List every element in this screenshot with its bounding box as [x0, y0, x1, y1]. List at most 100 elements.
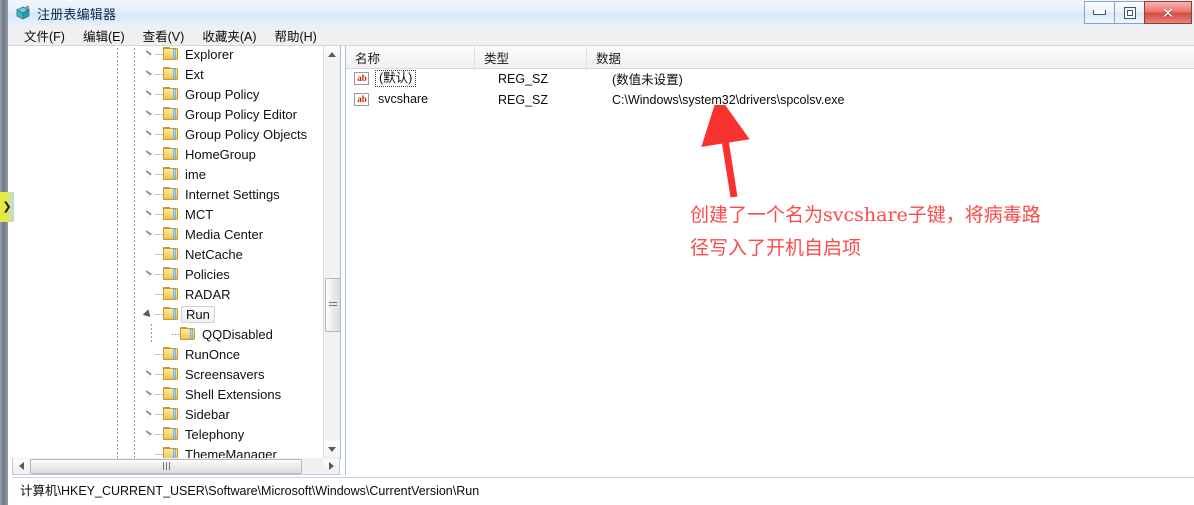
expand-arrow-icon[interactable]	[145, 410, 154, 419]
tree-item-shell-extensions[interactable]: Shell Extensions	[12, 384, 324, 404]
expand-arrow-icon[interactable]	[145, 390, 154, 399]
tree-item-internet-settings[interactable]: Internet Settings	[12, 184, 324, 204]
tree-guide-line	[117, 104, 118, 124]
tree-connector	[155, 294, 163, 295]
column-header-data[interactable]: 数据	[587, 46, 1187, 68]
close-icon: ✕	[1162, 4, 1174, 21]
expand-arrow-icon[interactable]	[145, 110, 154, 119]
sidebar-expand-tab[interactable]: ❯	[0, 192, 14, 222]
tree-item-label: Ext	[185, 66, 204, 82]
tree-item-run[interactable]: Run	[12, 304, 324, 324]
tree-item-telephony[interactable]: Telephony	[12, 424, 324, 444]
tree-item-runonce[interactable]: RunOnce	[12, 344, 324, 364]
tree-item-group-policy-objects[interactable]: Group Policy Objects	[12, 124, 324, 144]
tree-guide-line	[117, 124, 118, 144]
tree-guide-line	[134, 304, 135, 324]
expand-arrow-icon[interactable]	[145, 230, 154, 239]
menu-file[interactable]: 文件(F)	[16, 24, 73, 47]
folder-icon	[163, 87, 179, 101]
restore-button[interactable]	[1114, 1, 1145, 24]
column-header-type[interactable]: 类型	[475, 46, 587, 68]
tree-guide-line	[117, 424, 118, 444]
tree-guide-line	[117, 324, 118, 344]
tree-connector	[155, 234, 163, 235]
tree-connector	[155, 194, 163, 195]
tree-item-policies[interactable]: Policies	[12, 264, 324, 284]
tree-guide-line	[134, 84, 135, 104]
tree-item-ime[interactable]: ime	[12, 164, 324, 184]
tree-scroll-thumb[interactable]	[325, 278, 340, 332]
tree-guide-line	[134, 46, 135, 64]
registry-editor-icon	[15, 5, 31, 21]
tree-item-mct[interactable]: MCT	[12, 204, 324, 224]
menu-bar: 文件(F) 编辑(E) 查看(V) 收藏夹(A) 帮助(H)	[8, 26, 1194, 46]
collapse-arrow-icon[interactable]	[142, 309, 154, 320]
focused-value-name: (默认)	[375, 70, 417, 87]
tree-guide-line	[134, 224, 135, 244]
expand-arrow-icon[interactable]	[145, 150, 154, 159]
tree-item-media-center[interactable]: Media Center	[12, 224, 324, 244]
expand-arrow-icon[interactable]	[145, 70, 154, 79]
expand-arrow-icon[interactable]	[145, 210, 154, 219]
expand-arrow-icon[interactable]	[145, 370, 154, 379]
column-header-name[interactable]: 名称	[346, 46, 475, 68]
folder-icon	[163, 207, 179, 221]
expand-arrow-icon[interactable]	[145, 170, 154, 179]
tree-item-group-policy-editor[interactable]: Group Policy Editor	[12, 104, 324, 124]
tree-guide-line	[134, 184, 135, 204]
tree-guide-line	[117, 224, 118, 244]
value-row[interactable]: ab (默认) REG_SZ (数值未设置)	[346, 68, 1194, 89]
expand-arrow-icon[interactable]	[145, 270, 154, 279]
menu-favorites[interactable]: 收藏夹(A)	[194, 24, 264, 47]
close-button[interactable]: ✕	[1144, 1, 1192, 24]
tree-item-qqdisabled[interactable]: QQDisabled	[12, 324, 324, 344]
tree-connector	[155, 154, 163, 155]
scroll-left-button[interactable]	[13, 458, 29, 474]
folder-icon	[163, 307, 179, 321]
menu-help[interactable]: 帮助(H)	[266, 24, 324, 47]
expand-arrow-icon[interactable]	[145, 430, 154, 439]
value-type: REG_SZ	[498, 92, 549, 107]
menu-view[interactable]: 查看(V)	[135, 24, 193, 47]
folder-icon	[163, 267, 179, 281]
tree-guide-line	[117, 264, 118, 284]
tree-vertical-scrollbar[interactable]	[323, 46, 340, 458]
expand-arrow-icon[interactable]	[145, 190, 154, 199]
scroll-up-button[interactable]	[324, 46, 340, 63]
grip-icon	[329, 302, 337, 308]
tree-item-label: Policies	[185, 266, 230, 282]
minimize-button[interactable]	[1084, 1, 1115, 24]
tree-item-thememanager[interactable]: ThemeManager	[12, 444, 324, 458]
tree-item-ext[interactable]: Ext	[12, 64, 324, 84]
tree-item-netcache[interactable]: NetCache	[12, 244, 324, 264]
tree-guide-line	[117, 84, 118, 104]
registry-path: 计算机\HKEY_CURRENT_USER\Software\Microsoft…	[20, 484, 480, 498]
string-value-icon: ab	[354, 71, 370, 86]
expand-arrow-icon[interactable]	[145, 50, 154, 59]
list-column-headers: 名称 类型 数据	[346, 46, 1194, 69]
expand-arrow-icon[interactable]	[145, 90, 154, 99]
tree-item-explorer[interactable]: Explorer	[12, 46, 324, 64]
tree-item-screensavers[interactable]: Screensavers	[12, 364, 324, 384]
tree-item-label: HomeGroup	[185, 146, 256, 162]
folder-icon	[163, 227, 179, 241]
tree-item-label: RunOnce	[185, 346, 240, 362]
tree-guide-line	[117, 384, 118, 404]
menu-edit[interactable]: 编辑(E)	[75, 24, 133, 47]
scroll-right-button[interactable]	[323, 458, 339, 474]
tree-item-label: Group Policy	[185, 86, 260, 102]
string-value-icon: ab	[354, 92, 370, 107]
tree-item-sidebar[interactable]: Sidebar	[12, 404, 324, 424]
folder-icon	[163, 347, 179, 361]
folder-icon	[163, 187, 179, 201]
tree-hscroll-thumb[interactable]	[30, 458, 302, 474]
scroll-down-button[interactable]	[324, 441, 340, 458]
tree-item-homegroup[interactable]: HomeGroup	[12, 144, 324, 164]
tree-horizontal-scrollbar[interactable]	[12, 458, 340, 475]
tree-item-radar[interactable]: RADAR	[12, 284, 324, 304]
registry-tree-pane[interactable]: Explorer Ext Group Policy Group Policy Edit…	[12, 46, 341, 459]
tree-item-group-policy[interactable]: Group Policy	[12, 84, 324, 104]
expand-arrow-icon[interactable]	[145, 130, 154, 139]
title-bar[interactable]: 注册表编辑器 ✕	[8, 0, 1194, 27]
caret-down-icon	[328, 447, 336, 452]
